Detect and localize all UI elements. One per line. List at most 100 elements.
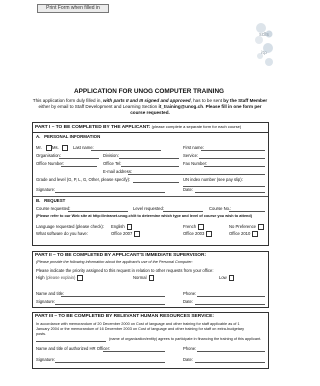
supervisor-name-field[interactable] bbox=[61, 296, 165, 297]
french-label: French bbox=[183, 224, 197, 229]
office-number-field[interactable] bbox=[61, 166, 97, 167]
part-two-section: PART II – TO BE COMPLETED BY APPLICANT'S… bbox=[32, 251, 269, 308]
first-name-field[interactable] bbox=[201, 150, 265, 151]
course-no-field[interactable] bbox=[229, 211, 265, 212]
title-ms-label: Ms. bbox=[52, 145, 59, 150]
section-divider bbox=[33, 196, 268, 197]
office2003-option[interactable]: Office 2003 bbox=[183, 231, 212, 237]
title-mr-checkbox[interactable] bbox=[44, 145, 52, 151]
supervisor-phone-field[interactable] bbox=[197, 296, 265, 297]
office2003-checkbox[interactable] bbox=[206, 231, 212, 237]
office-tel-label: Office Tel: bbox=[103, 161, 122, 166]
low-label: Low bbox=[219, 275, 227, 280]
part-three-text-4: (name of organization/entity) agrees to … bbox=[109, 337, 262, 341]
course-requested-label: Course requested: bbox=[36, 206, 71, 211]
language-french-option[interactable]: French bbox=[183, 224, 204, 230]
organisation-field[interactable] bbox=[59, 158, 99, 159]
level-requested-label: Level requested: bbox=[133, 206, 164, 211]
section-b-label: B. REQUEST bbox=[36, 198, 66, 203]
fax-number-field[interactable] bbox=[204, 166, 265, 167]
supervisor-signature-field[interactable] bbox=[55, 304, 165, 305]
english-checkbox[interactable] bbox=[126, 224, 133, 230]
hr-officer-name-label: Name and title of authorized HR Officer: bbox=[36, 346, 111, 351]
normal-label: Normal bbox=[133, 275, 147, 280]
office2007-checkbox[interactable] bbox=[134, 231, 140, 237]
supervisor-signature-label: Signature: bbox=[36, 299, 56, 304]
no-pref-label: No Preference bbox=[229, 224, 256, 229]
applicant-date-field[interactable] bbox=[195, 192, 265, 193]
language-label: Language requested (please check): bbox=[36, 224, 104, 229]
level-requested-field[interactable] bbox=[163, 211, 203, 212]
priority-label: Please indicate the priority assigned to… bbox=[36, 268, 214, 273]
course-requested-field[interactable] bbox=[68, 211, 128, 212]
priority-low-option[interactable]: Low bbox=[219, 275, 235, 281]
sdls-logo: sdls itp bbox=[249, 16, 279, 70]
office2003-label: Office 2003 bbox=[183, 231, 205, 236]
priority-normal-option[interactable]: Normal bbox=[133, 275, 154, 281]
low-checkbox[interactable] bbox=[228, 275, 235, 281]
supervisor-date-label: Date: bbox=[183, 299, 194, 304]
section-a-label: A. PERSONAL INFORMATION bbox=[36, 134, 101, 139]
website-note: (Please refer to our Web site at http://… bbox=[36, 214, 252, 218]
office2007-label: Office 2007 bbox=[111, 231, 133, 236]
service-field[interactable] bbox=[199, 158, 265, 159]
part-one-header: PART I – TO BE COMPLETED BY THE APPLICAN… bbox=[33, 123, 268, 133]
french-checkbox[interactable] bbox=[198, 224, 204, 230]
hr-officer-name-field[interactable] bbox=[103, 351, 165, 352]
hr-date-field[interactable] bbox=[195, 362, 265, 363]
office-number-label: Office Number: bbox=[36, 161, 65, 166]
software-label: What software do you have: bbox=[36, 231, 88, 236]
language-no-pref-option[interactable]: No Preference bbox=[229, 224, 264, 230]
division-field[interactable] bbox=[119, 158, 179, 159]
office2010-option[interactable]: Office 2010 bbox=[229, 231, 258, 237]
english-label: English bbox=[111, 224, 125, 229]
language-english-option[interactable]: English bbox=[111, 224, 133, 230]
division-label: Division: bbox=[103, 153, 119, 158]
applicant-signature-field[interactable] bbox=[55, 192, 165, 193]
office2010-checkbox[interactable] bbox=[252, 231, 258, 237]
hr-phone-label: Phone: bbox=[183, 346, 197, 351]
part-two-header: PART II – TO BE COMPLETED BY APPLICANT'S… bbox=[35, 253, 207, 258]
high-note: (please explain) bbox=[45, 275, 76, 280]
grade-label: Grade and level (G, P, L, G, Other, plea… bbox=[36, 177, 131, 182]
svg-text:sdls: sdls bbox=[259, 32, 269, 38]
last-name-field[interactable] bbox=[91, 150, 161, 151]
part-three-header: PART III – TO BE COMPLETED BY RELEVANT H… bbox=[35, 314, 214, 319]
hr-signature-field[interactable] bbox=[55, 362, 165, 363]
no-pref-checkbox[interactable] bbox=[258, 224, 264, 230]
print-form-button[interactable]: Print Form when filled in bbox=[37, 4, 109, 13]
grade-field[interactable] bbox=[133, 182, 179, 183]
normal-checkbox[interactable] bbox=[148, 275, 154, 281]
service-label: Service: bbox=[183, 153, 199, 158]
supervisor-phone-label: Phone: bbox=[183, 291, 197, 296]
supervisor-name-label: Name and title: bbox=[36, 291, 65, 296]
organisation-label: Organisation: bbox=[36, 153, 61, 158]
applicant-signature-label: Signature: bbox=[36, 187, 56, 192]
title-mr-label: Mr. bbox=[36, 145, 42, 150]
supervisor-date-field[interactable] bbox=[195, 304, 265, 305]
un-index-label: UN index number (see pay slip): bbox=[183, 177, 243, 182]
part-three-text-2: January 2004 or the memorandum of 16 Dec… bbox=[36, 327, 245, 331]
email-field[interactable] bbox=[128, 174, 265, 175]
office-tel-field[interactable] bbox=[121, 166, 179, 167]
high-checkbox[interactable] bbox=[77, 275, 83, 281]
organization-name-field[interactable] bbox=[36, 341, 106, 342]
un-index-field[interactable] bbox=[183, 186, 265, 187]
hr-phone-field[interactable] bbox=[197, 351, 265, 352]
part-two-note: (Please provide the following informatio… bbox=[36, 260, 193, 264]
part-three-section: PART III – TO BE COMPLETED BY RELEVANT H… bbox=[32, 312, 269, 369]
title-ms-checkbox[interactable] bbox=[60, 145, 68, 151]
hr-date-label: Date: bbox=[183, 357, 194, 362]
applicant-date-label: Date: bbox=[183, 187, 194, 192]
course-no-label: Course No.: bbox=[209, 206, 232, 211]
part-one-section: PART I – TO BE COMPLETED BY THE APPLICAN… bbox=[32, 122, 269, 246]
svg-text:itp: itp bbox=[261, 50, 267, 56]
form-title: APPLICATION FOR UNOG COMPUTER TRAINING bbox=[73, 88, 225, 95]
office2007-option[interactable]: Office 2007 bbox=[111, 231, 140, 237]
high-label: High bbox=[36, 275, 45, 280]
form-intro: This application form duly filled in, wi… bbox=[32, 98, 268, 115]
office2010-label: Office 2010 bbox=[229, 231, 251, 236]
part-three-text-3: posts. bbox=[36, 332, 47, 336]
priority-high-option[interactable]: High (please explain) bbox=[36, 275, 83, 281]
hr-signature-label: Signature: bbox=[36, 357, 56, 362]
